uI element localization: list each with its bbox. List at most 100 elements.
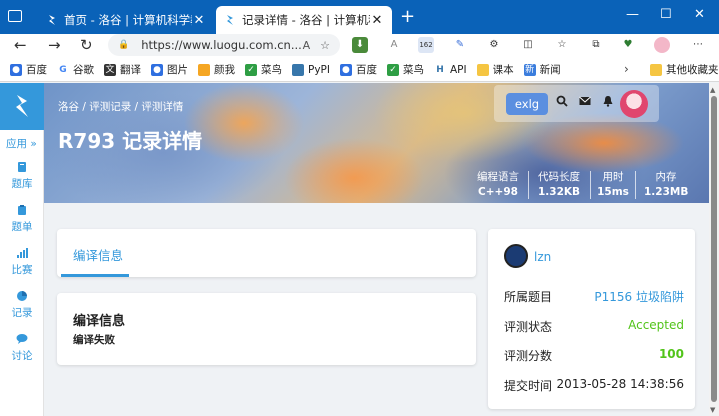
user-toolbar: exlg	[494, 85, 659, 122]
stat-code-length: 代码长度 1.32KB	[537, 171, 581, 198]
extension-counter-icon[interactable]: 162	[418, 37, 434, 53]
browser-tab-record[interactable]: 记录详情 - 洛谷 | 计算机科学教育 ✕	[216, 6, 392, 34]
paw-icon: ●	[10, 63, 22, 76]
profile-avatar-icon[interactable]	[654, 37, 670, 53]
tab-compile-info[interactable]: 编译信息	[73, 245, 123, 264]
compile-info-card: 编译信息 编译失败	[57, 293, 476, 365]
bell-icon[interactable]	[602, 95, 614, 110]
scroll-down-icon[interactable]: ▼	[710, 406, 715, 414]
extension-download-icon[interactable]: ⬇	[352, 37, 368, 53]
extension-puzzle-icon[interactable]: ⚙	[486, 37, 502, 53]
bar-chart-icon	[17, 248, 28, 258]
bookmark-item[interactable]: ● 百度	[10, 62, 47, 77]
lock-icon: 🔒	[118, 40, 130, 50]
scroll-up-icon[interactable]: ▲	[710, 86, 715, 94]
record-tabs-card: 编译信息	[57, 229, 476, 277]
bookmark-item[interactable]: 课本	[476, 62, 514, 77]
refresh-icon[interactable]: ↻	[80, 36, 93, 54]
favorite-star-icon[interactable]: ☆	[320, 39, 330, 52]
read-aloud-icon[interactable]: A	[303, 39, 311, 52]
url-bar[interactable]: 🔒 https://www.luogu.com.cn... A ☆	[108, 34, 340, 56]
runoob-icon: ✓	[245, 63, 257, 76]
more-options-icon[interactable]: ⋯	[690, 37, 706, 53]
bookmark-item[interactable]: PyPI	[292, 63, 330, 76]
compile-info-heading: 编译信息	[73, 314, 126, 329]
stat-memory: 内存 1.23MB	[644, 171, 689, 198]
bookmark-item[interactable]: G 谷歌	[57, 62, 94, 77]
api-icon: H	[433, 63, 446, 76]
favorites-icon[interactable]: ☆	[554, 37, 570, 53]
book-icon	[18, 162, 26, 172]
record-header-banner: 洛谷 / 评测记录 / 评测详情 R793 记录详情 exlg 编程语言 C++…	[44, 83, 709, 203]
close-tab-icon[interactable]: ✕	[192, 13, 206, 28]
page-title: R793 记录详情	[58, 129, 203, 153]
problem-link[interactable]: P1156 垃圾陷阱	[594, 288, 684, 305]
bookmarks-bar: ● 百度 G 谷歌 文翻译 ● 图片 颜我 ✓ 菜鸟 PyPI ● 百度 ✓ 菜鸟 H API…	[0, 58, 719, 82]
extension-a-icon[interactable]: A	[386, 37, 402, 53]
compile-result-text: 编译失败	[73, 334, 115, 346]
sidebar-item-contests[interactable]: 比赛	[0, 247, 44, 277]
luogu-favicon-icon	[227, 15, 233, 25]
stat-divider	[528, 171, 529, 199]
record-info-card: lzn 所属题目 P1156 垃圾陷阱 评测状态 Accepted 评测分数 1…	[488, 229, 695, 409]
mail-icon[interactable]	[579, 95, 591, 110]
forward-icon[interactable]: →	[48, 36, 61, 54]
avatar[interactable]	[620, 90, 648, 118]
close-tab-icon[interactable]: ✕	[370, 13, 384, 28]
clipboard-icon	[18, 205, 26, 215]
split-screen-icon[interactable]: ◫	[520, 37, 536, 53]
collections-icon[interactable]: ⧉	[588, 37, 604, 53]
bookmarks-overflow-icon[interactable]: ›	[624, 62, 629, 76]
url-text: https://www.luogu.com.cn...	[141, 38, 302, 52]
extension-edit-icon[interactable]: ✎	[452, 37, 468, 53]
apps-menu-link[interactable]: 应用 »	[6, 136, 37, 151]
page-scrollbar-thumb[interactable]	[711, 96, 717, 402]
runoob-icon: ✓	[386, 63, 399, 76]
tab-actions-icon[interactable]	[8, 10, 22, 22]
bookmark-item[interactable]: H API	[433, 63, 467, 76]
bookmark-item[interactable]: ✓ 菜鸟	[386, 62, 424, 77]
folder-icon	[198, 63, 210, 76]
pie-chart-icon	[17, 291, 27, 301]
paw-icon: ●	[151, 63, 163, 76]
other-bookmarks-folder[interactable]: 其他收藏夹	[650, 62, 719, 77]
sidebar-item-training[interactable]: 题单	[0, 204, 44, 234]
exlg-button[interactable]: exlg	[506, 93, 548, 115]
status-badge: Accepted	[628, 318, 684, 332]
browser-tab-home[interactable]: 首页 - 洛谷 | 计算机科学教育新生 ✕	[38, 6, 214, 34]
stat-divider	[590, 171, 591, 199]
user-avatar[interactable]	[504, 244, 528, 268]
paw-icon: ●	[339, 63, 352, 76]
search-icon[interactable]	[556, 95, 568, 110]
new-tab-button[interactable]: +	[400, 6, 415, 27]
browser-tab-title: 记录详情 - 洛谷 | 计算机科学教育	[242, 13, 370, 27]
pypi-icon	[292, 63, 304, 76]
close-window-icon[interactable]: ✕	[694, 7, 705, 22]
browser-tab-title: 首页 - 洛谷 | 计算机科学教育新生	[64, 13, 192, 27]
bookmark-item[interactable]: 文翻译	[104, 62, 141, 77]
browser-tab-bar: 首页 - 洛谷 | 计算机科学教育新生 ✕ 记录详情 - 洛谷 | 计算机科学教…	[0, 0, 719, 34]
folder-icon	[650, 63, 662, 76]
bookmark-item[interactable]: ✓ 菜鸟	[245, 62, 282, 77]
submit-time-value: 2013-05-28 14:38:56	[556, 377, 684, 391]
breadcrumb[interactable]: 洛谷 / 评测记录 / 评测详情	[58, 99, 183, 114]
sidebar-item-problems[interactable]: 题库	[0, 161, 44, 191]
username-link[interactable]: lzn	[534, 250, 551, 264]
stat-language: 编程语言 C++98	[477, 171, 519, 198]
bookmark-item[interactable]: 颜我	[198, 62, 235, 77]
translate-icon: 文	[104, 63, 116, 76]
google-icon: G	[57, 63, 69, 76]
active-tab-indicator	[61, 274, 129, 277]
luogu-logo[interactable]	[0, 83, 44, 130]
luogu-favicon-icon	[49, 15, 55, 25]
bookmark-item[interactable]: ● 百度	[339, 62, 377, 77]
back-icon[interactable]: ←	[14, 36, 27, 54]
bookmark-item[interactable]: 新新闻	[523, 62, 561, 77]
minimize-icon[interactable]: —	[626, 7, 639, 22]
bookmark-item[interactable]: ● 图片	[151, 62, 188, 77]
maximize-icon[interactable]: ☐	[660, 7, 672, 22]
browser-essentials-icon[interactable]: ♥	[620, 37, 636, 53]
sidebar-item-discuss[interactable]: 讨论	[0, 333, 44, 363]
sidebar-item-records[interactable]: 记录	[0, 290, 44, 320]
stat-divider	[635, 171, 636, 199]
